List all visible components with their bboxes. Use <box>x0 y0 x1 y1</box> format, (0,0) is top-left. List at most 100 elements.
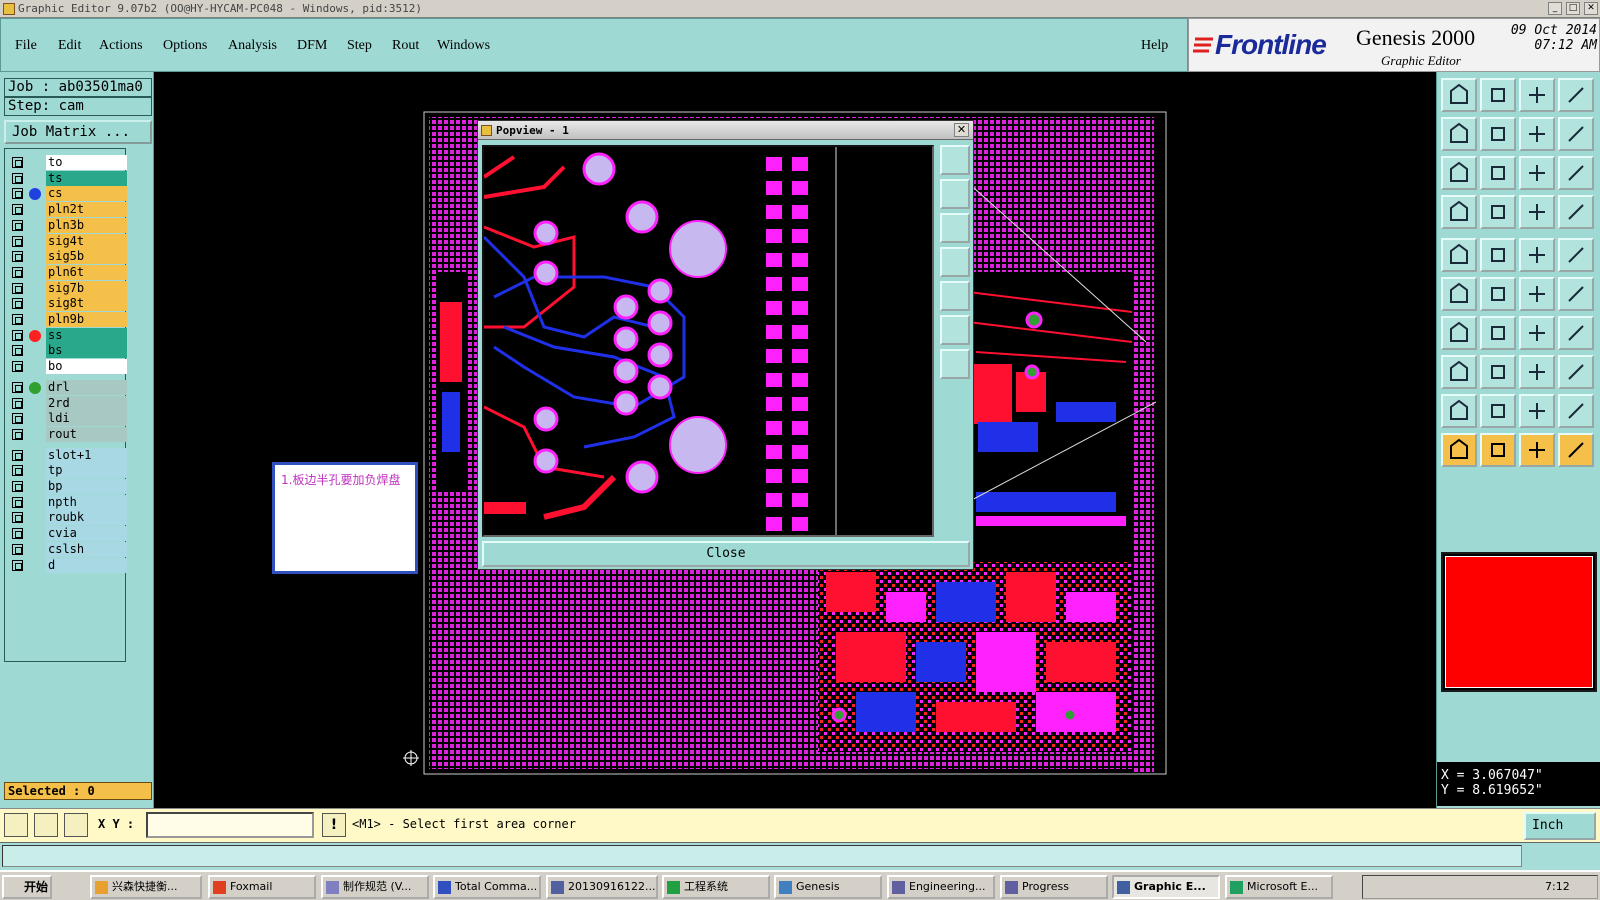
layer-name[interactable]: ss <box>46 327 127 343</box>
layer-checkbox[interactable] <box>12 251 23 263</box>
help-icon[interactable] <box>1558 156 1594 190</box>
connect-icon[interactable] <box>1441 277 1477 311</box>
select-box-icon[interactable] <box>1480 433 1516 467</box>
layer-row-sig4t[interactable]: sig4t <box>8 233 127 249</box>
layer-checkbox[interactable] <box>12 449 23 461</box>
popview-pan-down-icon[interactable] <box>940 213 970 243</box>
layer-checkbox[interactable] <box>12 528 23 540</box>
popview-zoom-icon[interactable] <box>940 145 970 175</box>
layer-row-rout[interactable]: rout <box>8 426 127 442</box>
layer-checkbox[interactable] <box>12 266 23 278</box>
layer-checkbox[interactable] <box>12 204 23 216</box>
layer-name[interactable]: bo <box>46 359 127 375</box>
layer-checkbox[interactable] <box>12 496 23 508</box>
menu-file[interactable]: File <box>15 38 37 54</box>
layer-name[interactable]: rout <box>46 426 127 442</box>
layer-checkbox[interactable] <box>12 543 23 555</box>
circle-icon[interactable] <box>1558 238 1594 272</box>
layer-checkbox[interactable] <box>12 172 23 184</box>
units-selector[interactable]: Inch <box>1524 812 1596 840</box>
select-net-icon[interactable] <box>1519 433 1555 467</box>
save-icon[interactable] <box>1480 78 1516 112</box>
menu-windows[interactable]: Windows <box>437 38 490 54</box>
triangle-b-icon[interactable] <box>1480 394 1516 428</box>
zoom-fit-icon[interactable] <box>1480 156 1516 190</box>
undo-view-icon[interactable] <box>1519 117 1555 151</box>
pad-icon[interactable] <box>1441 238 1477 272</box>
delete-icon[interactable] <box>1480 277 1516 311</box>
menu-rout[interactable]: Rout <box>392 38 419 54</box>
layer-name[interactable]: sig4t <box>46 233 127 249</box>
grid-toggle-icon[interactable] <box>1480 195 1516 229</box>
layer-row-cslsh[interactable]: cslsh <box>8 541 127 557</box>
layer-row-roubk[interactable]: roubk <box>8 510 127 526</box>
layer-name[interactable]: ts <box>46 170 127 186</box>
layer-row-2rd[interactable]: 2rd <box>8 395 127 411</box>
ruler-icon[interactable] <box>1519 238 1555 272</box>
layer-checkbox[interactable] <box>12 329 23 341</box>
popview-canvas[interactable] <box>482 145 934 537</box>
layer-row-cvia[interactable]: cvia <box>8 526 127 542</box>
group-icon[interactable] <box>1558 355 1594 389</box>
layer-row-pln2t[interactable]: pln2t <box>8 202 127 218</box>
layer-row-cs[interactable]: cs <box>8 186 127 202</box>
menu-step[interactable]: Step <box>347 38 372 54</box>
angle-icon[interactable] <box>1480 316 1516 350</box>
taskbar-item[interactable]: 工程系统 <box>662 875 770 899</box>
select-icon[interactable] <box>1441 433 1477 467</box>
layer-name[interactable]: npth <box>46 494 127 510</box>
layer-checkbox[interactable] <box>12 345 23 357</box>
layer-checkbox[interactable] <box>12 397 23 409</box>
taskbar-item[interactable]: 制作规范 (V... <box>321 875 429 899</box>
xy-input[interactable] <box>146 812 314 838</box>
start-button[interactable]: 开始 <box>2 875 52 899</box>
popview-center-icon[interactable] <box>940 349 970 379</box>
line-icon[interactable] <box>1441 316 1477 350</box>
layer-name[interactable]: pln9b <box>46 312 127 327</box>
popview-close-button[interactable]: Close <box>482 541 970 567</box>
popview-pan-right-icon[interactable] <box>940 281 970 311</box>
layer-checkbox[interactable] <box>12 559 23 571</box>
layer-name[interactable]: to <box>46 155 127 170</box>
layer-name[interactable]: sig8t <box>46 296 127 312</box>
triangle-a-icon[interactable] <box>1441 394 1477 428</box>
layer-name[interactable]: pln3b <box>46 217 127 233</box>
layer-row-to[interactable]: to <box>8 155 127 170</box>
menu-dfm[interactable]: DFM <box>297 38 327 54</box>
layer-row-pln9b[interactable]: pln9b <box>8 312 127 327</box>
layer-name[interactable]: bp <box>46 479 127 494</box>
layer-row-drl[interactable]: drl <box>8 379 127 395</box>
taskbar-item[interactable]: Genesis <box>774 875 882 899</box>
copy-icon[interactable] <box>1558 277 1594 311</box>
scale-one-to-one-icon[interactable] <box>1519 156 1555 190</box>
layer-row-sig7b[interactable]: sig7b <box>8 280 127 296</box>
layer-row-sig8t[interactable]: sig8t <box>8 296 127 312</box>
taskbar-item[interactable]: Foxmail <box>208 875 316 899</box>
layer-checkbox[interactable] <box>12 381 23 393</box>
job-matrix-button[interactable]: Job Matrix ... <box>4 120 152 144</box>
triangle-d-icon[interactable] <box>1558 394 1594 428</box>
layer-name[interactable]: cslsh <box>46 541 127 557</box>
layer-name[interactable]: slot+1 <box>46 447 127 463</box>
load-icon[interactable] <box>1441 78 1477 112</box>
menu-help[interactable]: Help <box>1141 38 1168 54</box>
taskbar-item[interactable]: Microsoft E... <box>1225 875 1333 899</box>
select-all-icon[interactable] <box>1558 433 1594 467</box>
resize-icon[interactable] <box>1441 355 1477 389</box>
layer-name[interactable]: sig5b <box>46 249 127 265</box>
layer-checkbox[interactable] <box>12 428 23 440</box>
maximize-button[interactable]: □ <box>1566 2 1580 15</box>
window-close-button[interactable]: ✕ <box>1584 2 1598 15</box>
layer-name[interactable]: ldi <box>46 411 127 427</box>
annotation-note[interactable]: 1.板边半孔要加负焊盘 <box>272 462 418 574</box>
taskbar-item[interactable]: 20130916122... <box>546 875 658 899</box>
move-icon[interactable] <box>1519 277 1555 311</box>
popview-fit-icon[interactable] <box>940 315 970 345</box>
layer-row-bs[interactable]: bs <box>8 343 127 359</box>
menu-options[interactable]: Options <box>163 38 207 54</box>
layer-checkbox[interactable] <box>12 361 23 373</box>
zoom-extent-icon[interactable] <box>1441 156 1477 190</box>
minimize-button[interactable]: _ <box>1548 2 1562 15</box>
layer-row-pln3b[interactable]: pln3b <box>8 217 127 233</box>
layer-row-d[interactable]: d <box>8 557 127 573</box>
